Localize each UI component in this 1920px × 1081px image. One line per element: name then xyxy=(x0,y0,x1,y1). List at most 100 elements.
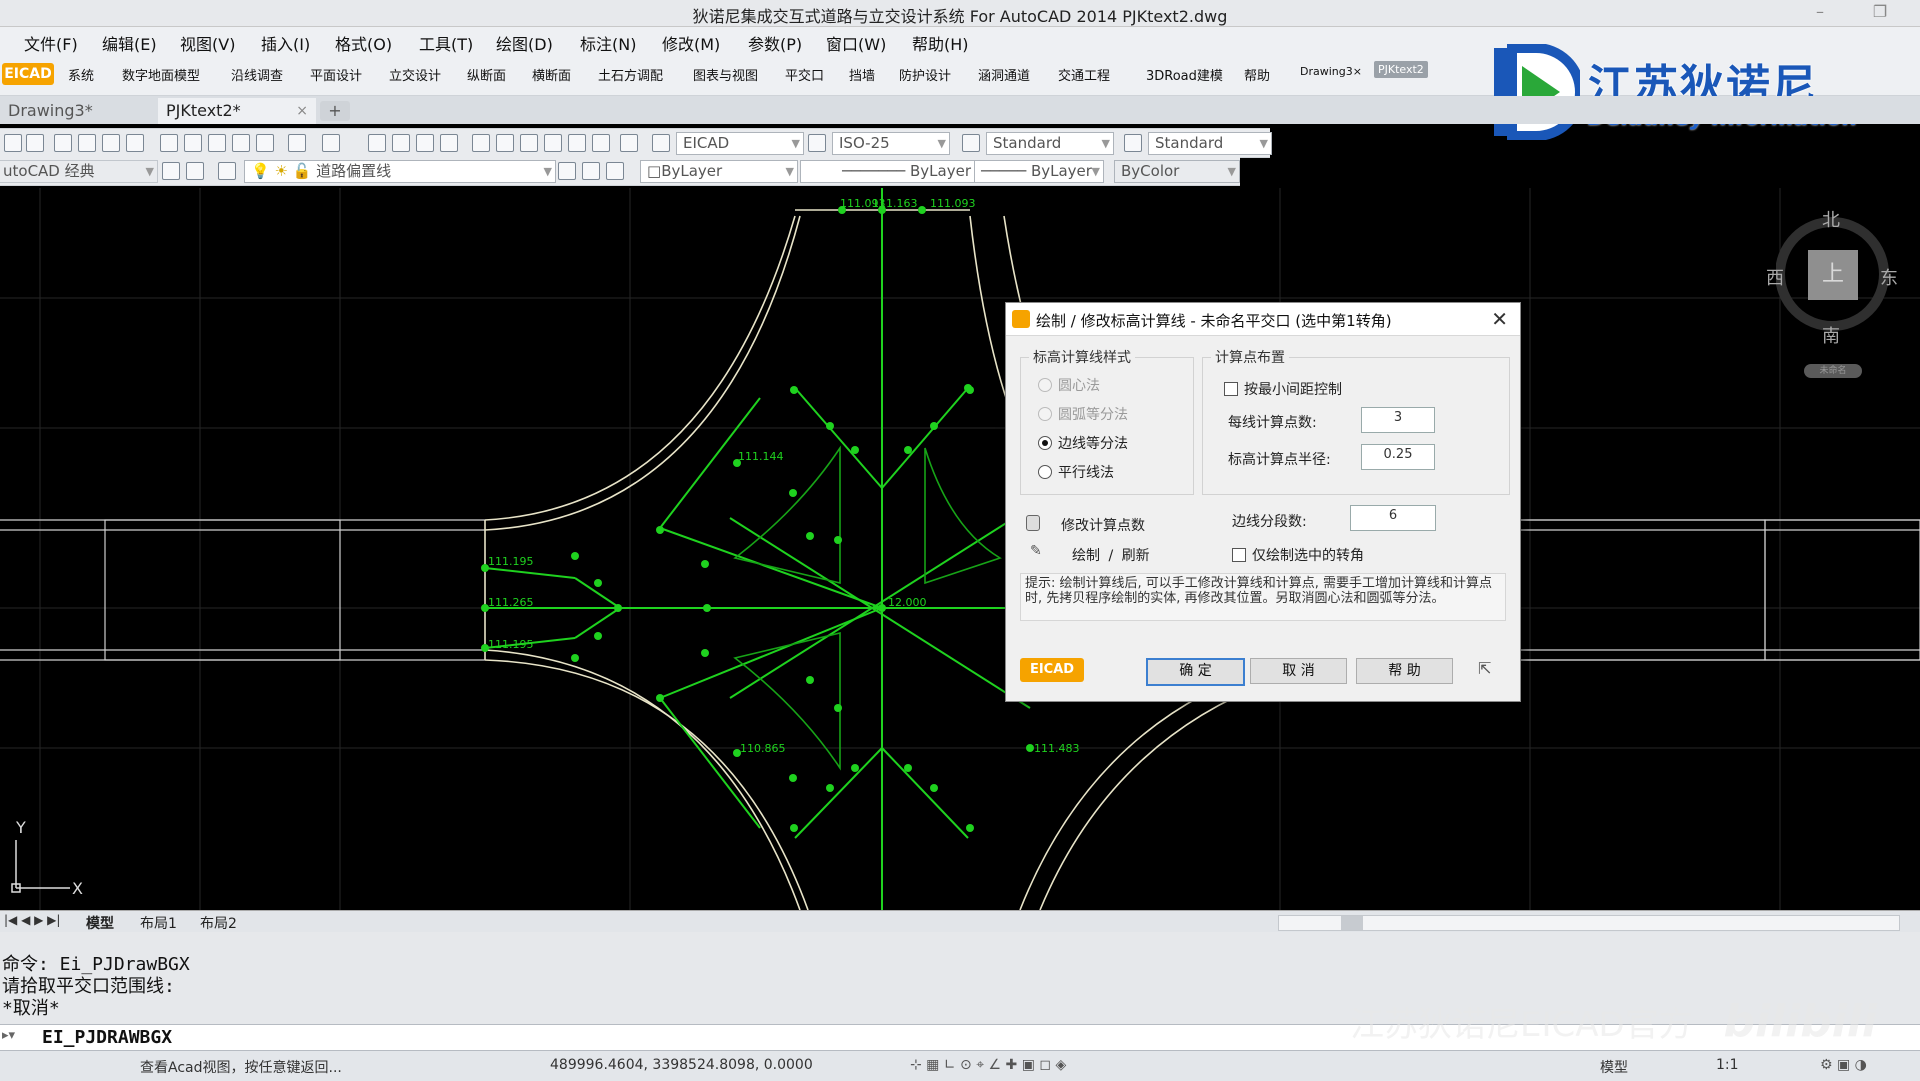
scrollbar-thumb[interactable] xyxy=(1341,916,1363,930)
ribbon-pjktext2[interactable]: PJKtext2 xyxy=(1374,61,1428,78)
command-prompt-icon[interactable]: ▸▾ xyxy=(2,1028,15,1043)
workspace-select[interactable]: utoCAD 经典 ▼ xyxy=(0,160,158,183)
restore-icon[interactable]: ❐ xyxy=(1868,2,1892,22)
text-style-icon[interactable] xyxy=(652,134,670,152)
menu-window[interactable]: 窗口(W) xyxy=(826,31,886,55)
points-per-line-input[interactable]: 3 xyxy=(1361,407,1435,433)
plot-icon[interactable] xyxy=(126,134,144,152)
ribbon-profile[interactable]: 纵断面 xyxy=(467,65,506,84)
minimize-icon[interactable]: – xyxy=(1808,2,1832,22)
menu-dimension[interactable]: 标注(N) xyxy=(580,31,636,55)
cut-icon[interactable] xyxy=(160,134,178,152)
ribbon-culvert[interactable]: 涵洞通道 xyxy=(978,65,1030,84)
sheet-set-icon[interactable] xyxy=(544,134,562,152)
segments-input[interactable]: 6 xyxy=(1350,505,1436,531)
match-properties-icon[interactable] xyxy=(232,134,250,152)
command-input[interactable]: EI_PJDRAWBGX xyxy=(42,1027,172,1048)
ribbon-help[interactable]: 帮助 xyxy=(1244,65,1270,84)
markup-icon[interactable] xyxy=(568,134,586,152)
ribbon-protection[interactable]: 防护设计 xyxy=(899,65,951,84)
pick-icon[interactable]: ⇱ xyxy=(1478,659,1491,678)
plotstyle-select[interactable]: ByColor ▼ xyxy=(1114,160,1240,183)
tab-model[interactable]: 模型 xyxy=(86,913,114,933)
menu-draw[interactable]: 绘图(D) xyxy=(496,31,553,55)
save-workspace-icon[interactable] xyxy=(186,162,204,180)
modify-points-icon[interactable] xyxy=(1026,515,1040,531)
model-space-toggle[interactable]: 模型 xyxy=(1600,1057,1628,1077)
copy-icon[interactable] xyxy=(184,134,202,152)
ribbon-3droad[interactable]: 3DRoad建模 xyxy=(1146,65,1223,84)
menu-insert[interactable]: 插入(I) xyxy=(261,31,310,55)
draw-refresh-button[interactable]: 绘制 / 刷新 xyxy=(1072,545,1150,565)
pan-icon[interactable] xyxy=(368,134,386,152)
tab-layout2[interactable]: 布局2 xyxy=(200,913,237,933)
menu-tools[interactable]: 工具(T) xyxy=(419,31,473,55)
drawing-canvas[interactable]: 111.093 111.163 111.093 111.144 111.195 … xyxy=(0,188,1920,910)
cancel-button[interactable]: 取 消 xyxy=(1250,658,1347,684)
design-center-icon[interactable] xyxy=(496,134,514,152)
drafting-toggle-icons[interactable]: ⊹ ▦ ∟ ⊙ ⌖ ∠ ✚ ▣ ◻ ◈ xyxy=(910,1057,1066,1073)
dim-style-select[interactable]: ISO-25 ▼ xyxy=(832,132,950,155)
make-current-icon[interactable] xyxy=(558,162,576,180)
viewcube[interactable]: 上 北 南 西 东 未命名 xyxy=(1766,210,1898,378)
ribbon-retaining-wall[interactable]: 挡墙 xyxy=(849,65,875,84)
viewcube-top-face[interactable]: 上 xyxy=(1808,250,1858,300)
annotation-scale[interactable]: 1:1 xyxy=(1716,1057,1739,1073)
layer-state-icon[interactable] xyxy=(606,162,624,180)
ribbon-cross-section[interactable]: 横断面 xyxy=(532,65,571,84)
dim-style-icon[interactable] xyxy=(808,134,826,152)
radio-edge-division[interactable]: 边线等分法 xyxy=(1038,433,1128,453)
publish-icon[interactable] xyxy=(102,134,120,152)
block-editor-icon[interactable] xyxy=(256,134,274,152)
multileader-style-icon[interactable] xyxy=(1124,134,1142,152)
ribbon-intersection[interactable]: 平交口 xyxy=(785,65,824,84)
settings-icon[interactable]: ⚙ ▣ ◑ xyxy=(1820,1057,1867,1073)
modify-points-button[interactable]: 修改计算点数 xyxy=(1061,515,1145,535)
color-select[interactable]: □ByLayer ▼ xyxy=(640,160,798,183)
ribbon-charts[interactable]: 图表与视图 xyxy=(693,65,758,84)
ribbon-traffic[interactable]: 交通工程 xyxy=(1058,65,1110,84)
redo-icon[interactable] xyxy=(322,134,340,152)
help-button[interactable]: 帮 助 xyxy=(1356,658,1453,684)
layout-nav-icon[interactable]: |◀ ◀ ▶ ▶| xyxy=(4,913,60,927)
menu-modify[interactable]: 修改(M) xyxy=(662,31,720,55)
draw-refresh-icon[interactable]: ✎ xyxy=(1030,543,1042,559)
help-icon[interactable] xyxy=(620,134,638,152)
only-selected-checkbox[interactable]: 仅绘制选中的转角 xyxy=(1232,545,1364,565)
calculator-icon[interactable] xyxy=(592,134,610,152)
undo-icon[interactable] xyxy=(288,134,306,152)
lineweight-select[interactable]: ───── ByLayer ▼ xyxy=(974,160,1104,183)
ribbon-plan[interactable]: 平面设计 xyxy=(310,65,362,84)
tab-drawing3[interactable]: Drawing3* xyxy=(0,98,158,124)
menu-params[interactable]: 参数(P) xyxy=(748,31,802,55)
menu-view[interactable]: 视图(V) xyxy=(180,31,235,55)
ribbon-drawing3[interactable]: Drawing3× xyxy=(1300,65,1362,78)
min-spacing-checkbox[interactable]: 按最小间距控制 xyxy=(1224,379,1342,399)
ribbon-earthwork[interactable]: 土石方调配 xyxy=(598,65,663,84)
tab-pjktext2[interactable]: PJKtext2* × xyxy=(158,98,316,124)
menu-help[interactable]: 帮助(H) xyxy=(912,31,969,55)
menu-file[interactable]: 文件(F) xyxy=(24,31,78,55)
tool-palettes-icon[interactable] xyxy=(520,134,538,152)
ribbon-survey[interactable]: 沿线调查 xyxy=(231,65,283,84)
close-icon[interactable]: ✕ xyxy=(1491,307,1508,331)
multileader-style-select[interactable]: Standard ▼ xyxy=(1148,132,1272,155)
print-icon[interactable] xyxy=(54,134,72,152)
radio-parallel-line[interactable]: 平行线法 xyxy=(1038,462,1114,482)
paste-icon[interactable] xyxy=(208,134,226,152)
ribbon-interchange[interactable]: 立交设计 xyxy=(389,65,441,84)
linetype-select[interactable]: ─────── ByLayer▼ xyxy=(800,160,992,183)
menu-format[interactable]: 格式(O) xyxy=(335,31,392,55)
preview-icon[interactable] xyxy=(78,134,96,152)
wcs-menu[interactable]: 未命名 xyxy=(1804,364,1862,378)
zoom-window-icon[interactable] xyxy=(416,134,434,152)
zoom-realtime-icon[interactable] xyxy=(392,134,410,152)
ok-button[interactable]: 确 定 xyxy=(1146,658,1245,686)
properties-icon[interactable] xyxy=(472,134,490,152)
table-style-select[interactable]: Standard ▼ xyxy=(986,132,1114,155)
ribbon-dtm[interactable]: 数字地面模型 xyxy=(122,65,200,84)
layer-select[interactable]: 💡 ☀ 🔓 道路偏置线 ▼ xyxy=(244,160,556,183)
layer-previous-icon[interactable] xyxy=(582,162,600,180)
calc-point-radius-input[interactable]: 0.25 xyxy=(1361,444,1435,470)
tab-layout1[interactable]: 布局1 xyxy=(140,913,177,933)
